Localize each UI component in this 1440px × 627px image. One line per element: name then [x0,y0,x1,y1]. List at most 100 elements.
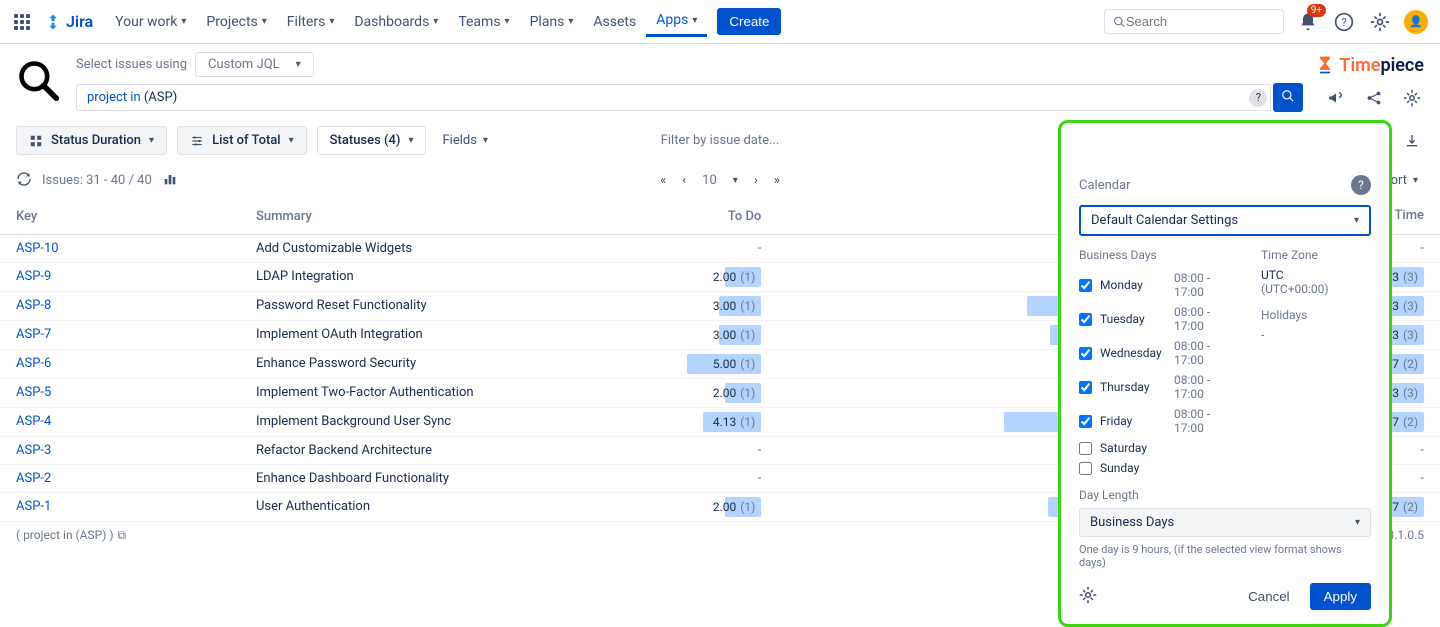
refresh-icon[interactable] [16,171,32,191]
notif-badge: 9+ [1307,4,1326,17]
toolbar: Select issues using Custom JQL ▾ project… [0,44,1440,120]
select-issues-label: Select issues using [76,57,187,72]
megaphone-icon[interactable] [1324,86,1348,110]
cal-settings-icon[interactable] [1079,586,1097,608]
chevron-down-icon[interactable]: ▾ [733,175,738,186]
page-size[interactable]: 10 [702,173,717,188]
calendar-select-value: Default Calendar Settings [1091,213,1238,228]
day-checkbox[interactable] [1079,347,1092,360]
cal-help-icon[interactable]: ? [1351,175,1371,195]
issue-key[interactable]: ASP-5 [16,385,51,400]
hourglass-icon [1315,55,1335,75]
statuses-pill[interactable]: Statuses (4) ▾ [317,126,427,155]
nav-plans[interactable]: Plans ▾ [520,6,584,37]
day-checkbox[interactable] [1079,279,1092,292]
issue-summary: LDAP Integration [240,262,540,291]
nav-projects[interactable]: Projects ▾ [196,6,276,37]
issue-key[interactable]: ASP-7 [16,327,51,342]
cancel-button[interactable]: Cancel [1238,583,1300,610]
issue-summary: Enhance Password Security [240,349,540,378]
issue-key[interactable]: ASP-6 [16,356,51,371]
search-icon [1113,15,1126,29]
nav-your-work[interactable]: Your work ▾ [105,6,196,37]
tz-offset: (UTC+00:00) [1261,282,1371,296]
day-checkbox[interactable] [1079,462,1092,475]
nav-apps[interactable]: Apps ▾ [646,6,707,37]
chevron-down-icon: ▾ [149,135,154,146]
chevron-down-icon: ▾ [408,135,413,146]
chevron-down-icon: ▾ [1355,517,1360,528]
issue-key[interactable]: ASP-1 [16,499,51,514]
chart-icon[interactable] [162,171,178,191]
svg-text:?: ? [1341,16,1346,29]
calendar-select[interactable]: Default Calendar Settings ▾ [1079,205,1371,236]
notifications-icon[interactable]: 9+ [1296,10,1320,34]
nav-teams[interactable]: Teams ▾ [448,6,519,37]
issue-key[interactable]: ASP-9 [16,269,51,284]
day-monday: Monday08:00 - 17:00 [1079,268,1241,302]
create-button[interactable]: Create [717,8,781,35]
apply-button[interactable]: Apply [1310,583,1371,610]
col-key[interactable]: Key [0,200,240,234]
topbar-left: Jira Your work ▾Projects ▾Filters ▾Dashb… [12,6,781,37]
footer-query: ( project in (ASP) ) [16,528,114,542]
issue-key[interactable]: ASP-4 [16,414,51,429]
holidays-value: - [1261,328,1371,342]
daylen-select[interactable]: Business Days ▾ [1079,508,1371,537]
filter-date-hint[interactable]: Filter by issue date... [661,133,780,148]
help-icon[interactable]: ? [1332,10,1356,34]
day-checkbox[interactable] [1079,381,1092,394]
cal-title: Calendar [1079,178,1131,193]
timepiece-logo: TimeTimepiecepiece [1315,55,1424,76]
product-name: Jira [66,12,93,31]
export-icon[interactable] [1400,129,1424,153]
tz-value: UTC [1261,268,1371,282]
day-checkbox[interactable] [1079,442,1092,455]
jira-icon [44,13,62,31]
issue-key[interactable]: ASP-2 [16,471,51,486]
jql-help-icon[interactable]: ? [1249,89,1267,107]
jira-logo[interactable]: Jira [44,12,93,31]
jql-mode-select[interactable]: Custom JQL ▾ [195,52,314,77]
day-name: Tuesday [1100,312,1166,326]
external-link-icon[interactable]: ⧉ [118,528,127,542]
issue-key[interactable]: ASP-3 [16,443,51,458]
issue-key[interactable]: ASP-8 [16,298,51,313]
list-total-pill[interactable]: List of Total ▾ [177,126,307,155]
avatar[interactable]: 👤 [1404,10,1428,34]
prev-page-icon[interactable]: ‹ [682,173,686,188]
day-name: Saturday [1100,441,1168,455]
day-checkbox[interactable] [1079,415,1092,428]
chevron-down-icon: ▾ [289,135,294,146]
list-total-label: List of Total [212,133,281,148]
first-page-icon[interactable]: « [660,173,666,188]
settings-icon[interactable] [1368,10,1392,34]
search-input[interactable] [1126,14,1275,29]
big-search-icon [16,58,64,106]
gear-icon[interactable] [1400,86,1424,110]
day-checkbox[interactable] [1079,313,1092,326]
jql-search-button[interactable] [1273,83,1303,112]
share-icon[interactable] [1362,86,1386,110]
daylen-hint: One day is 9 hours, (if the selected vie… [1079,543,1371,569]
nav-dashboards[interactable]: Dashboards ▾ [344,6,448,37]
status-duration-pill[interactable]: Status Duration ▾ [16,126,167,155]
grid-icon [29,134,43,148]
next-page-icon[interactable]: › [754,173,758,188]
jql-mode-value: Custom JQL [208,57,280,72]
jql-input[interactable]: project in (ASP) [76,84,1271,111]
day-name: Sunday [1100,461,1168,475]
statuses-label: Statuses (4) [330,133,401,148]
last-page-icon[interactable]: » [774,173,780,188]
nav-filters[interactable]: Filters ▾ [277,6,345,37]
jql-value: (ASP) [141,90,178,105]
issue-key[interactable]: ASP-10 [16,241,59,256]
col-summary[interactable]: Summary [240,200,540,234]
app-switcher-icon[interactable] [12,12,32,32]
col-todo[interactable]: To Do [540,200,777,234]
issue-summary: Password Reset Functionality [240,291,540,320]
fields-link[interactable]: Fields ▾ [436,127,493,154]
nav-assets[interactable]: Assets [583,6,646,37]
select-issues-row: Select issues using Custom JQL ▾ [76,52,1303,77]
global-search[interactable] [1104,9,1284,34]
